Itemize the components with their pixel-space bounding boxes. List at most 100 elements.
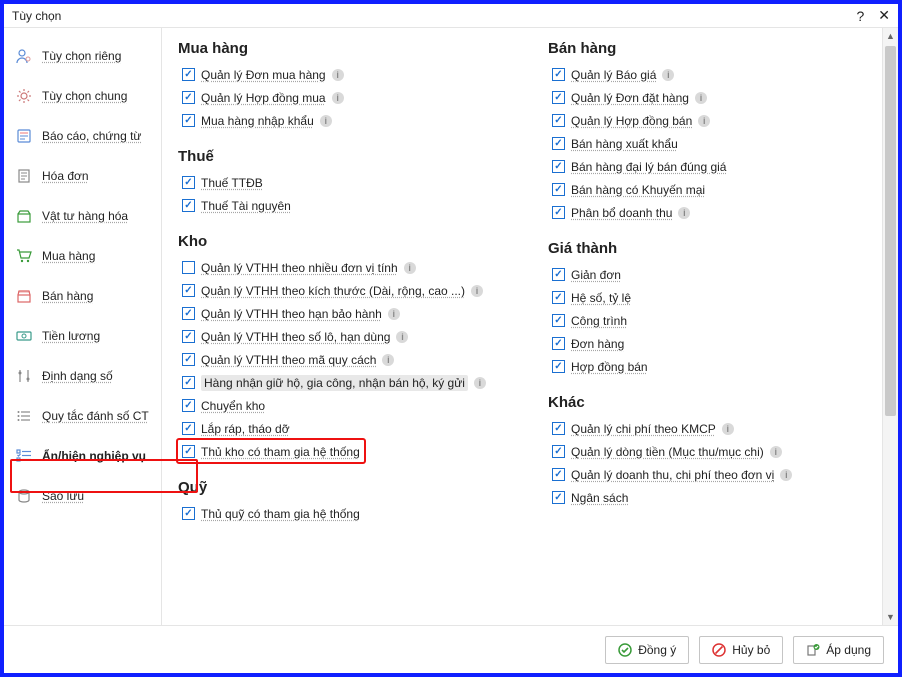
info-icon[interactable]: i: [382, 354, 394, 366]
option-label[interactable]: Quản lý VTHH theo hạn bảo hành: [201, 307, 382, 321]
help-icon[interactable]: ?: [856, 8, 864, 24]
scroll-up-icon[interactable]: ▲: [883, 28, 898, 44]
checkbox[interactable]: [182, 91, 195, 104]
option-label[interactable]: Thuế Tài nguyên: [201, 199, 291, 213]
option-label[interactable]: Hợp đồng bán: [571, 360, 648, 374]
option-label[interactable]: Thuế TTĐB: [201, 176, 263, 190]
option-label[interactable]: Đơn hàng: [571, 337, 624, 351]
info-icon[interactable]: i: [320, 115, 332, 127]
option-label[interactable]: Mua hàng nhập khẩu: [201, 114, 314, 128]
option-label[interactable]: Quản lý Đơn mua hàng: [201, 68, 326, 82]
option-label[interactable]: Ngân sách: [571, 491, 628, 505]
checkbox[interactable]: [552, 268, 565, 281]
sidebar-item-ban-hang[interactable]: Bán hàng: [4, 276, 161, 316]
option-label[interactable]: Hàng nhận giữ hộ, gia công, nhận bán hộ,…: [201, 375, 468, 391]
checkbox[interactable]: [552, 206, 565, 219]
sidebar-item-dinh-dang-so[interactable]: Định dạng số: [4, 356, 161, 396]
option-label[interactable]: Quản lý Đơn đặt hàng: [571, 91, 689, 105]
checkbox[interactable]: [182, 176, 195, 189]
scroll-thumb[interactable]: [885, 46, 896, 416]
option-label[interactable]: Lắp ráp, tháo dỡ: [201, 422, 290, 436]
checkbox[interactable]: [552, 291, 565, 304]
checkbox[interactable]: [552, 314, 565, 327]
option-label[interactable]: Quản lý VTHH theo số lô, hạn dùng: [201, 330, 390, 344]
checkbox[interactable]: [182, 376, 195, 389]
checkbox[interactable]: [182, 507, 195, 520]
sidebar-item-mua-hang[interactable]: Mua hàng: [4, 236, 161, 276]
checkbox[interactable]: [182, 445, 195, 458]
checkbox[interactable]: [182, 199, 195, 212]
checkbox[interactable]: [552, 68, 565, 81]
checkbox[interactable]: [552, 91, 565, 104]
checkbox[interactable]: [552, 183, 565, 196]
checkbox[interactable]: [552, 445, 565, 458]
info-icon[interactable]: i: [780, 469, 792, 481]
checkbox[interactable]: [182, 330, 195, 343]
info-icon[interactable]: i: [695, 92, 707, 104]
checkbox[interactable]: [182, 399, 195, 412]
option-label[interactable]: Công trình: [571, 314, 627, 328]
info-icon[interactable]: i: [388, 308, 400, 320]
checkbox[interactable]: [182, 422, 195, 435]
info-icon[interactable]: i: [662, 69, 674, 81]
scrollbar[interactable]: ▲ ▼: [882, 28, 898, 625]
cancel-button[interactable]: Hủy bỏ: [699, 636, 783, 664]
apply-button[interactable]: Áp dụng: [793, 636, 884, 664]
checkbox[interactable]: [552, 422, 565, 435]
sidebar-item-vat-tu-hang-hoa[interactable]: Vật tư hàng hóa: [4, 196, 161, 236]
option-label[interactable]: Quản lý doanh thu, chi phí theo đơn vị: [571, 468, 774, 482]
option-label[interactable]: Thủ quỹ có tham gia hệ thống: [201, 507, 360, 521]
sidebar-item-tuy-chon-chung[interactable]: Tùy chọn chung: [4, 76, 161, 116]
option-label[interactable]: Quản lý dòng tiền (Mục thu/mục chi): [571, 445, 764, 459]
option-label[interactable]: Quản lý VTHH theo mã quy cách: [201, 353, 376, 367]
sidebar-item-hoa-don[interactable]: Hóa đơn: [4, 156, 161, 196]
option-label[interactable]: Quản lý Báo giá: [571, 68, 656, 82]
checkbox[interactable]: [552, 491, 565, 504]
info-icon[interactable]: i: [471, 285, 483, 297]
sidebar-item-tuy-chon-rieng[interactable]: Tùy chọn riêng: [4, 36, 161, 76]
info-icon[interactable]: i: [332, 69, 344, 81]
ok-button[interactable]: Đồng ý: [605, 636, 689, 664]
sidebar-item-tien-luong[interactable]: Tiền lương: [4, 316, 161, 356]
sidebar-item-quy-tac-danh-so-ct[interactable]: Quy tắc đánh số CT: [4, 396, 161, 436]
info-icon[interactable]: i: [396, 331, 408, 343]
option-label[interactable]: Bán hàng có Khuyến mại: [571, 183, 705, 197]
option-label[interactable]: Quản lý Hợp đồng mua: [201, 91, 326, 105]
option-label[interactable]: Chuyển kho: [201, 399, 265, 413]
info-icon[interactable]: i: [404, 262, 416, 274]
checkbox[interactable]: [182, 353, 195, 366]
option-label[interactable]: Hệ số, tỷ lệ: [571, 291, 631, 305]
sidebar-item-bao-cao-chung-tu[interactable]: Báo cáo, chứng từ: [4, 116, 161, 156]
info-icon[interactable]: i: [678, 207, 690, 219]
info-icon[interactable]: i: [770, 446, 782, 458]
sidebar-item-an-hien-nghiep-vu[interactable]: Ẩn/hiện nghiệp vụ: [4, 436, 161, 476]
option-label[interactable]: Giản đơn: [571, 268, 621, 282]
checkbox[interactable]: [552, 468, 565, 481]
checkbox[interactable]: [182, 114, 195, 127]
info-icon[interactable]: i: [722, 423, 734, 435]
checkbox[interactable]: [182, 284, 195, 297]
checkbox[interactable]: [552, 114, 565, 127]
checkbox[interactable]: [552, 337, 565, 350]
option-label[interactable]: Quản lý VTHH theo kích thước (Dài, rộng,…: [201, 284, 465, 298]
checkbox[interactable]: [552, 160, 565, 173]
sliders-icon: [16, 368, 32, 384]
option-label[interactable]: Bán hàng đại lý bán đúng giá: [571, 160, 726, 174]
close-icon[interactable]: ✕: [878, 7, 890, 24]
info-icon[interactable]: i: [474, 377, 486, 389]
info-icon[interactable]: i: [698, 115, 710, 127]
option-label[interactable]: Quản lý Hợp đồng bán: [571, 114, 692, 128]
checkbox[interactable]: [552, 137, 565, 150]
checkbox[interactable]: [182, 68, 195, 81]
scroll-down-icon[interactable]: ▼: [883, 609, 898, 625]
option-label[interactable]: Quản lý VTHH theo nhiều đơn vị tính: [201, 261, 398, 275]
checkbox[interactable]: [182, 261, 195, 274]
option-label[interactable]: Bán hàng xuất khẩu: [571, 137, 678, 151]
info-icon[interactable]: i: [332, 92, 344, 104]
sidebar-item-sao-luu[interactable]: Sao lưu: [4, 476, 161, 516]
option-label[interactable]: Phân bổ doanh thu: [571, 206, 672, 220]
option-label[interactable]: Quản lý chi phí theo KMCP: [571, 422, 716, 436]
checkbox[interactable]: [182, 307, 195, 320]
option-label[interactable]: Thủ kho có tham gia hệ thống: [201, 445, 360, 459]
checkbox[interactable]: [552, 360, 565, 373]
